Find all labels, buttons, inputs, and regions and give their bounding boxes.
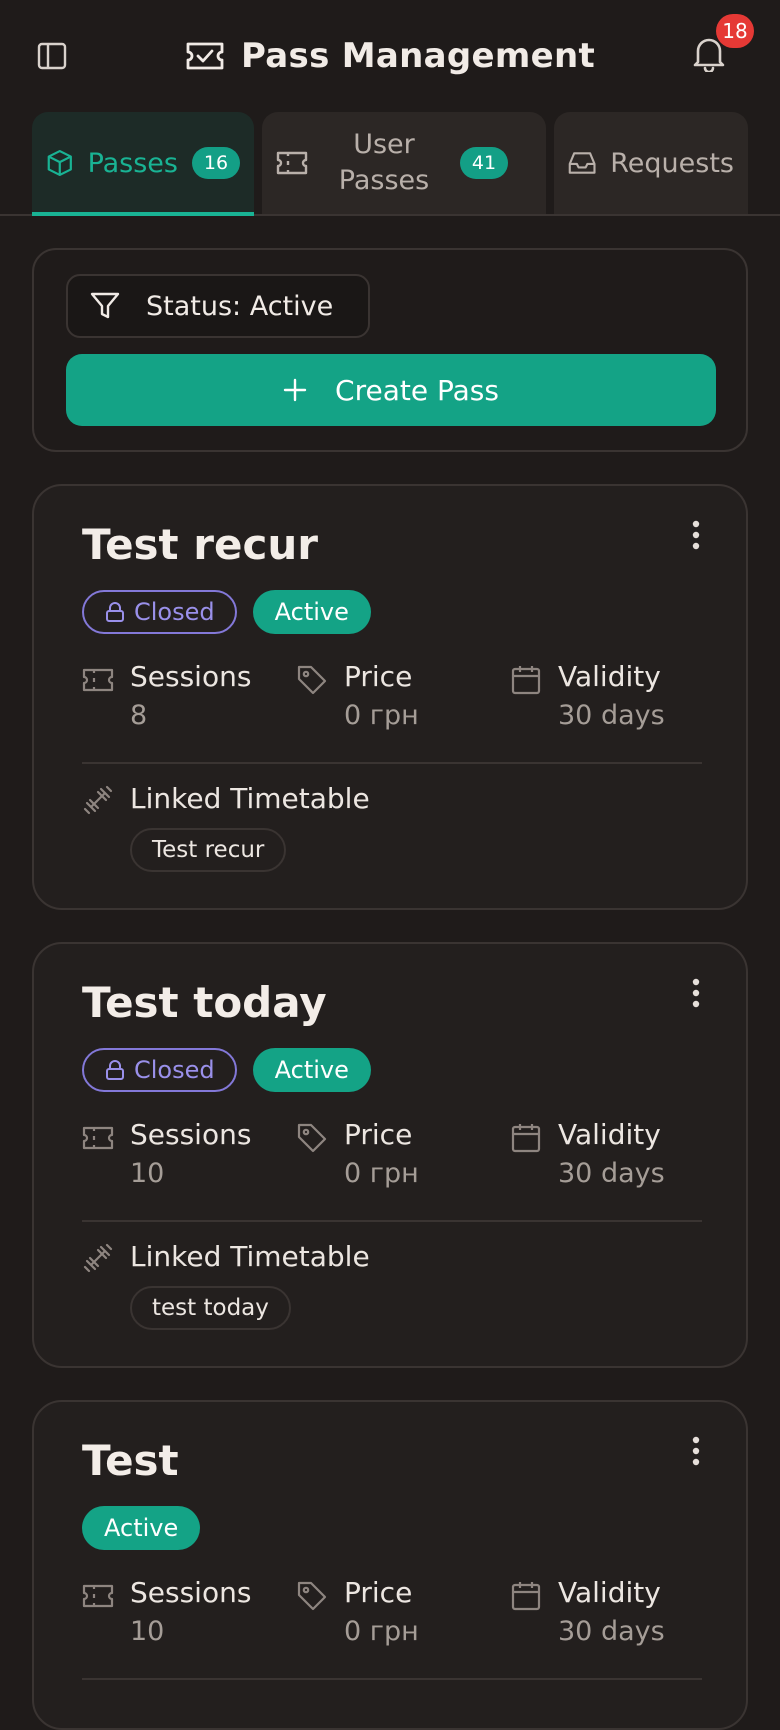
tab-passes-label: Passes (87, 147, 178, 179)
more-options-icon[interactable] (686, 1434, 706, 1468)
create-pass-button[interactable]: Create Pass (66, 354, 716, 426)
sessions-value: 8 (130, 700, 148, 731)
validity-value: 30 days (558, 1158, 665, 1189)
closed-badge: Closed (82, 1048, 237, 1092)
active-badge: Active (82, 1506, 201, 1550)
tab-passes[interactable]: Passes 16 (32, 112, 254, 216)
pass-stats: Sessions 10 Price 0 грн Validity 30 days (82, 1118, 702, 1198)
sessions-value: 10 (130, 1158, 165, 1189)
linked-timetable: Linked Timetable Test recur (82, 782, 702, 882)
status-chips: Closed Active (82, 590, 371, 634)
price-value: 0 грн (344, 1616, 419, 1647)
more-options-icon[interactable] (686, 518, 706, 552)
timetable-chip[interactable]: Test recur (130, 828, 287, 872)
closed-badge: Closed (82, 590, 237, 634)
pass-card: Test Active Sessions 10 Price 0 грн Vali… (32, 1400, 748, 1730)
validity-label: Validity (558, 1118, 661, 1151)
pass-title: Test (82, 1436, 179, 1485)
price-value: 0 грн (344, 700, 419, 731)
active-badge: Active (252, 590, 371, 634)
dumbbell-icon (83, 785, 113, 815)
tab-user-passes[interactable]: User Passes 41 (262, 112, 546, 214)
card-divider (82, 1220, 702, 1222)
tag-icon (297, 1581, 327, 1611)
dumbbell-icon (83, 1243, 113, 1273)
inbox-icon (568, 152, 596, 174)
app-title: Pass Management (0, 30, 780, 82)
calendar-icon (511, 1124, 541, 1153)
pass-card: Test recur Closed Active Sessions 8 Pric… (32, 484, 748, 910)
sessions-label: Sessions (130, 1576, 252, 1609)
calendar-icon (511, 1582, 541, 1611)
card-divider (82, 1678, 702, 1680)
plus-icon (283, 378, 307, 402)
price-value: 0 грн (344, 1158, 419, 1189)
tab-user-passes-label: User Passes (322, 127, 446, 199)
pass-title: Test recur (82, 520, 318, 569)
pass-title: Test today (82, 978, 327, 1027)
closed-label: Closed (134, 1056, 215, 1084)
validity-label: Validity (558, 1576, 661, 1609)
card-divider (82, 762, 702, 764)
status-chips: Active (82, 1506, 201, 1550)
timetable-chip[interactable]: test today (130, 1286, 291, 1330)
price-label: Price (344, 1576, 413, 1609)
lock-icon (106, 602, 124, 622)
create-pass-label: Create Pass (335, 373, 499, 407)
tab-user-passes-label-line2: Passes (338, 165, 430, 196)
status-filter-button[interactable]: Status: Active (66, 274, 370, 338)
price-label: Price (344, 1118, 413, 1151)
tab-passes-count: 16 (192, 147, 240, 179)
notification-count-badge: 18 (716, 14, 754, 48)
ticket-icon (82, 1126, 114, 1150)
ticket-icon (82, 668, 114, 692)
tab-user-passes-count: 41 (460, 147, 508, 179)
tag-icon (297, 665, 327, 695)
ticket-icon (276, 151, 308, 175)
pass-stats: Sessions 8 Price 0 грн Validity 30 days (82, 660, 702, 740)
ticket-check-icon (186, 42, 224, 70)
tag-icon (297, 1123, 327, 1153)
validity-value: 30 days (558, 700, 665, 731)
sessions-value: 10 (130, 1616, 165, 1647)
calendar-icon (511, 666, 541, 695)
validity-label: Validity (558, 660, 661, 693)
tab-bar: Passes 16 User Passes 41 Requests (0, 112, 780, 216)
linked-timetable: Linked Timetable test today (82, 1240, 702, 1340)
tab-requests[interactable]: Requests (554, 112, 748, 214)
active-badge: Active (252, 1048, 371, 1092)
filter-icon (90, 292, 120, 319)
ticket-icon (82, 1584, 114, 1608)
more-options-icon[interactable] (686, 976, 706, 1010)
lock-icon (106, 1060, 124, 1080)
pass-stats: Sessions 10 Price 0 грн Validity 30 days (82, 1576, 702, 1656)
linked-timetable-label: Linked Timetable (130, 782, 370, 815)
sessions-label: Sessions (130, 660, 252, 693)
status-filter-label: Status: Active (146, 290, 334, 322)
status-chips: Closed Active (82, 1048, 371, 1092)
pass-card: Test today Closed Active Sessions 10 Pri… (32, 942, 748, 1368)
price-label: Price (344, 660, 413, 693)
closed-label: Closed (134, 598, 215, 626)
tab-user-passes-label-line1: User (353, 129, 415, 160)
tab-requests-label: Requests (610, 147, 734, 179)
sessions-label: Sessions (130, 1118, 252, 1151)
filter-panel: Status: Active Create Pass (32, 248, 748, 452)
app-title-text: Pass Management (240, 36, 596, 76)
linked-timetable-label: Linked Timetable (130, 1240, 370, 1273)
top-bar: Pass Management 18 (0, 0, 780, 112)
validity-value: 30 days (558, 1616, 665, 1647)
cube-icon (47, 149, 72, 177)
